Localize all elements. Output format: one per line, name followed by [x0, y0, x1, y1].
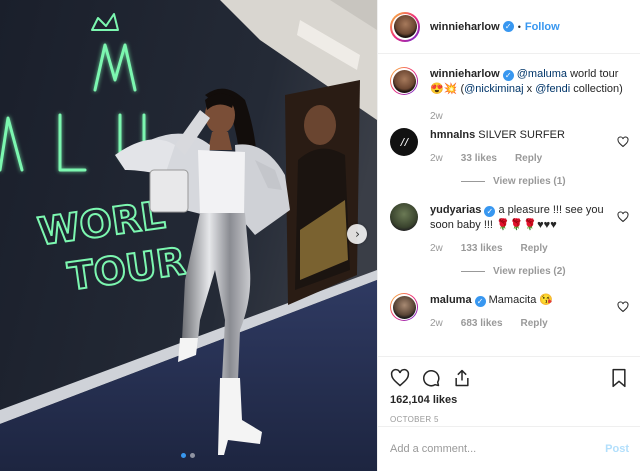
caption: winnieharlow ✓ @maluma world tour 😍💥 (@ni…: [390, 67, 629, 124]
comment-time[interactable]: 2w: [430, 151, 443, 166]
post-actions: 162,104 likes OCTOBER 5: [378, 356, 640, 436]
header-separator: •: [517, 21, 521, 32]
commenter-username[interactable]: maluma: [430, 294, 472, 306]
commenter-username[interactable]: yudyarias: [430, 204, 481, 216]
carousel-dot-1: [181, 453, 186, 458]
caption-avatar[interactable]: [390, 67, 418, 95]
commenter-avatar[interactable]: [390, 293, 418, 321]
mention-link[interactable]: @nickiminaj: [464, 83, 523, 95]
reply-button[interactable]: Reply: [515, 151, 542, 166]
view-replies-button[interactable]: View replies (1): [461, 174, 625, 189]
caption-meta: 2w: [430, 109, 625, 124]
caption-username[interactable]: winnieharlow: [430, 68, 500, 80]
heart-icon[interactable]: [617, 136, 629, 148]
view-replies-button[interactable]: View replies (2): [461, 264, 625, 279]
post-header: winnieharlow ✓ • Follow: [378, 0, 640, 54]
comment-icon[interactable]: [421, 368, 441, 388]
commenter-avatar[interactable]: [390, 128, 418, 156]
comments-list[interactable]: winnieharlow ✓ @maluma world tour 😍💥 (@ni…: [378, 55, 640, 355]
share-icon[interactable]: [452, 368, 472, 388]
author-username[interactable]: winnieharlow: [430, 21, 500, 33]
comment-item: maluma ✓ Mamacita 😘 2w 683 likes Reply: [390, 293, 629, 331]
comment-input[interactable]: [390, 443, 606, 455]
verified-badge-icon: ✓: [502, 70, 514, 81]
comment-text: Mamacita 😘: [488, 294, 554, 306]
chevron-right-icon: ›: [355, 227, 360, 241]
next-slide-button[interactable]: ›: [347, 224, 367, 244]
comment-likes[interactable]: 683 likes: [461, 316, 503, 331]
bookmark-icon[interactable]: [609, 368, 629, 388]
heart-icon[interactable]: [390, 368, 410, 388]
commenter-username[interactable]: hmnalns: [430, 129, 475, 141]
mention-link[interactable]: @fendi: [535, 83, 570, 95]
comment-likes[interactable]: 33 likes: [461, 151, 497, 166]
heart-icon[interactable]: [617, 211, 629, 223]
photo-scene: WORL TOUR: [0, 0, 377, 471]
reply-button[interactable]: Reply: [521, 316, 548, 331]
carousel-dot-2: [190, 453, 195, 458]
author-avatar[interactable]: [390, 11, 420, 42]
post-date[interactable]: OCTOBER 5: [390, 415, 629, 424]
post-side-panel: winnieharlow ✓ • Follow winnieharlow ✓ @m…: [377, 0, 640, 471]
post-photo[interactable]: WORL TOUR ›: [0, 0, 377, 471]
reply-button[interactable]: Reply: [521, 241, 548, 256]
verified-badge-icon: ✓: [474, 296, 486, 307]
verified-badge-icon: ✓: [502, 21, 514, 32]
brand-logo-icon: [400, 138, 409, 146]
caption-text: winnieharlow ✓ @maluma world tour 😍💥 (@ni…: [430, 68, 623, 95]
comment-item: yudyarias ✓ a pleasure !!! see you soon b…: [390, 203, 629, 279]
comment-text: SILVER SURFER: [478, 129, 565, 141]
comment-time[interactable]: 2w: [430, 241, 443, 256]
comment-time[interactable]: 2w: [430, 316, 443, 331]
heart-icon[interactable]: [617, 301, 629, 313]
comment-likes[interactable]: 133 likes: [461, 241, 503, 256]
comment-item: hmnalns SILVER SURFER 2w 33 likes Reply …: [390, 128, 629, 189]
verified-badge-icon: ✓: [484, 206, 496, 217]
likes-count[interactable]: 162,104 likes: [390, 394, 629, 406]
mention-link[interactable]: @maluma: [517, 68, 567, 80]
instagram-post: WORL TOUR › winnieharlow ✓ • Follow winn…: [0, 0, 640, 471]
carousel-indicator: [181, 453, 195, 458]
commenter-avatar[interactable]: [390, 203, 418, 231]
comment-composer: Post: [378, 426, 640, 471]
post-comment-button[interactable]: Post: [605, 443, 629, 455]
follow-button[interactable]: Follow: [525, 21, 560, 33]
action-icons: [390, 363, 629, 393]
caption-time[interactable]: 2w: [430, 109, 443, 124]
